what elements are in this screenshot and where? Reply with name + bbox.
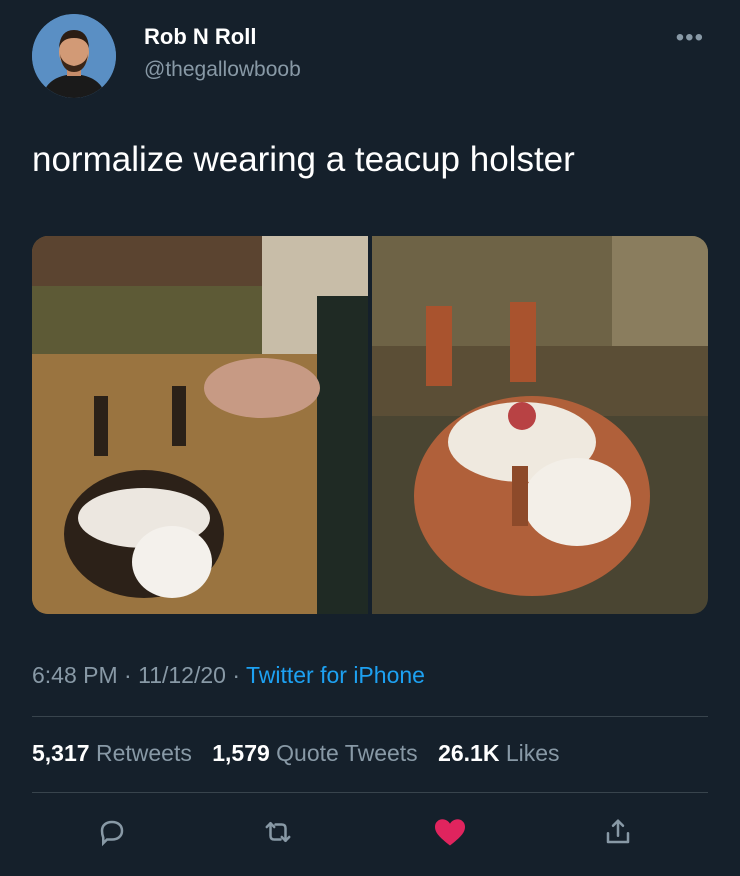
user-handle[interactable]: @thegallowboob: [144, 58, 301, 82]
divider: [32, 792, 708, 793]
quote-tweets-count: 1,579: [212, 740, 270, 766]
avatar[interactable]: [32, 14, 116, 98]
tweet-actions: [32, 808, 708, 858]
tweet-stats: 5,317 Retweets 1,579 Quote Tweets 26.1K …: [32, 740, 560, 767]
quote-tweets-stat[interactable]: 1,579 Quote Tweets: [212, 740, 417, 766]
tweet-header: Rob N Roll @thegallowboob •••: [32, 14, 712, 104]
reply-icon[interactable]: [92, 812, 132, 852]
meta-separator: ·: [225, 662, 246, 688]
retweet-icon[interactable]: [258, 812, 298, 852]
retweets-count: 5,317: [32, 740, 90, 766]
quote-tweets-label: Quote Tweets: [276, 740, 418, 766]
more-icon[interactable]: •••: [676, 24, 704, 52]
heart-icon[interactable]: [430, 812, 470, 852]
likes-count: 26.1K: [438, 740, 500, 766]
tweet-text: normalize wearing a teacup holster: [32, 140, 575, 179]
meta-separator: ·: [117, 662, 139, 688]
divider: [32, 716, 708, 717]
tweet-media[interactable]: [32, 236, 708, 614]
share-icon[interactable]: [598, 812, 638, 852]
tweet-source[interactable]: Twitter for iPhone: [246, 662, 425, 688]
tweet-date[interactable]: 11/12/20: [138, 662, 226, 688]
retweets-stat[interactable]: 5,317 Retweets: [32, 740, 192, 766]
likes-stat[interactable]: 26.1K Likes: [438, 740, 559, 766]
display-name[interactable]: Rob N Roll: [144, 24, 301, 50]
retweets-label: Retweets: [95, 740, 192, 766]
tweet-meta: 6:48 PM · 11/12/20 · Twitter for iPhone: [32, 662, 425, 689]
media-photo-left[interactable]: [32, 236, 368, 614]
tweet-time[interactable]: 6:48 PM: [32, 662, 118, 688]
likes-label: Likes: [505, 740, 560, 766]
media-photo-right[interactable]: [372, 236, 708, 614]
